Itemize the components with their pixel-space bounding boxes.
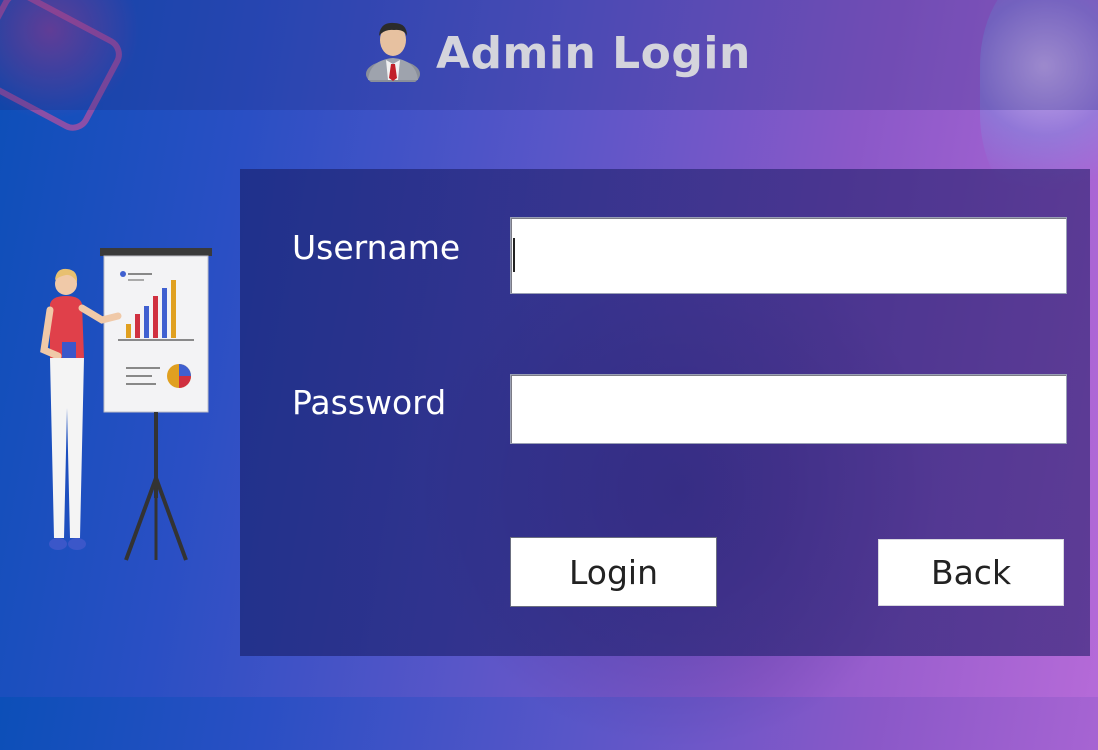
presenter-illustration (22, 238, 222, 568)
page-title: Admin Login (436, 27, 751, 79)
page-title-group: Admin Login (364, 18, 751, 88)
admin-user-icon (364, 20, 422, 88)
password-label: Password (292, 383, 447, 422)
header-bar: Admin Login (0, 0, 1098, 110)
password-input[interactable] (511, 375, 1066, 443)
username-field-container (510, 217, 1067, 294)
username-input[interactable] (511, 218, 1066, 293)
text-cursor (513, 238, 515, 272)
back-button[interactable]: Back (878, 539, 1064, 606)
password-field-container (510, 374, 1067, 444)
login-button[interactable]: Login (510, 537, 717, 607)
username-label: Username (292, 228, 461, 267)
